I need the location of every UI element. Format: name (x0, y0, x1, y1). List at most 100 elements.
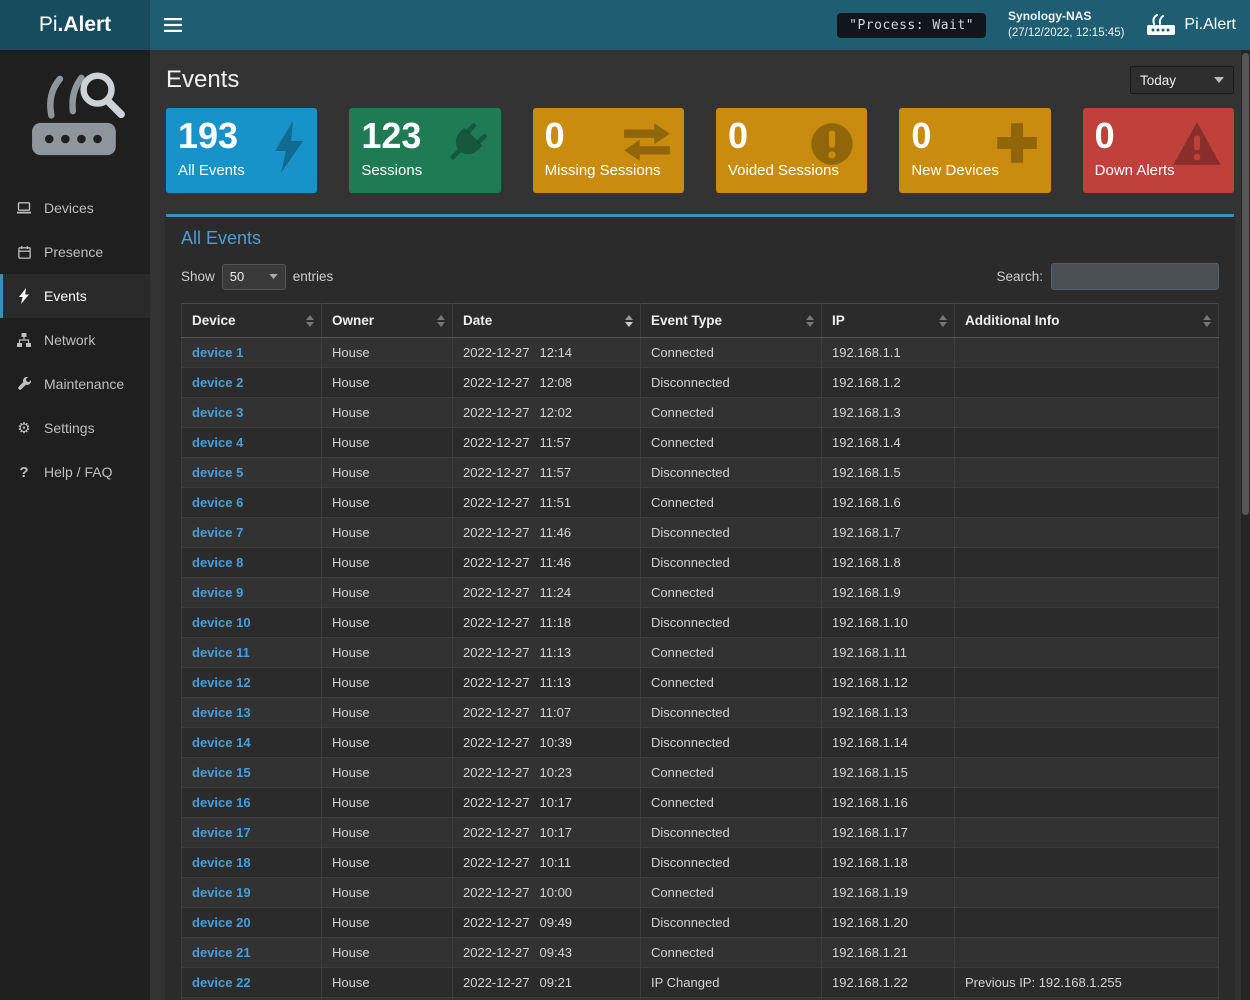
brand-logo[interactable]: Pi.Alert (0, 0, 150, 50)
owner-cell: House (322, 578, 453, 608)
device-link[interactable]: device 10 (192, 615, 251, 630)
page-length-control: Show 50 entries (181, 264, 333, 290)
device-link[interactable]: device 19 (192, 885, 251, 900)
card-all-events[interactable]: 193 All Events (166, 108, 317, 193)
ip-cell: 192.168.1.16 (822, 788, 955, 818)
calendar-icon (15, 245, 33, 260)
card-missing-sessions[interactable]: 0 Missing Sessions (533, 108, 684, 193)
additional-info-cell (955, 608, 1219, 638)
event-type-cell: Disconnected (641, 458, 822, 488)
sidebar-item-label: Help / FAQ (44, 464, 112, 480)
sidebar: Devices Presence Events Network Maintena… (0, 50, 150, 1000)
pialert-logo (0, 50, 150, 186)
device-link[interactable]: device 21 (192, 945, 251, 960)
search-input[interactable] (1051, 263, 1219, 290)
sidebar-item-maintenance[interactable]: Maintenance (0, 362, 150, 406)
scrollbar-thumb[interactable] (1242, 53, 1249, 515)
event-type-cell: Disconnected (641, 518, 822, 548)
event-type-cell: Connected (641, 758, 822, 788)
device-link[interactable]: device 17 (192, 825, 251, 840)
table-row: device 14 House 2022-12-2710:39 Disconne… (182, 728, 1219, 758)
ip-cell: 192.168.1.12 (822, 668, 955, 698)
navbar-app-brand[interactable]: Pi.Alert (1146, 14, 1236, 36)
event-type-cell: IP Changed (641, 968, 822, 998)
sort-icon (437, 315, 445, 327)
device-link[interactable]: device 18 (192, 855, 251, 870)
date-cell: 2022-12-2711:57 (453, 428, 641, 458)
column-header-date[interactable]: Date (453, 304, 641, 338)
additional-info-cell (955, 548, 1219, 578)
ip-cell: 192.168.1.3 (822, 398, 955, 428)
search-control: Search: (996, 263, 1219, 290)
column-header-ip[interactable]: IP (822, 304, 955, 338)
device-link[interactable]: device 9 (192, 585, 243, 600)
ip-cell: 192.168.1.15 (822, 758, 955, 788)
device-link[interactable]: device 15 (192, 765, 251, 780)
ip-cell: 192.168.1.2 (822, 368, 955, 398)
sidebar-item-devices[interactable]: Devices (0, 186, 150, 230)
navbar-app-name: Pi.Alert (1184, 16, 1236, 34)
date-cell: 2022-12-2711:51 (453, 488, 641, 518)
sidebar-item-settings[interactable]: ⚙ Settings (0, 406, 150, 450)
sort-icon (625, 315, 633, 327)
card-voided-sessions[interactable]: 0 Voided Sessions (716, 108, 867, 193)
device-link[interactable]: device 11 (192, 645, 250, 660)
card-new-devices[interactable]: 0 New Devices (899, 108, 1050, 193)
owner-cell: House (322, 908, 453, 938)
column-header-device[interactable]: Device (182, 304, 322, 338)
sidebar-item-label: Events (44, 288, 87, 304)
device-link[interactable]: device 16 (192, 795, 251, 810)
search-label: Search: (996, 269, 1043, 284)
card-down-alerts[interactable]: 0 Down Alerts (1083, 108, 1234, 193)
period-select[interactable]: Today (1130, 66, 1234, 94)
additional-info-cell (955, 788, 1219, 818)
device-link[interactable]: device 5 (192, 465, 243, 480)
table-row: device 2 House 2022-12-2712:08 Disconnec… (182, 368, 1219, 398)
top-navbar: Pi.Alert "Process: Wait" Synology-NAS (2… (0, 0, 1250, 50)
vertical-scrollbar[interactable] (1241, 50, 1250, 1000)
column-header-owner[interactable]: Owner (322, 304, 453, 338)
ip-cell: 192.168.1.10 (822, 608, 955, 638)
column-header-additional-info[interactable]: Additional Info (955, 304, 1219, 338)
device-link[interactable]: device 2 (192, 375, 243, 390)
event-type-cell: Disconnected (641, 728, 822, 758)
device-link[interactable]: device 13 (192, 705, 251, 720)
card-sessions[interactable]: 123 Sessions (349, 108, 500, 193)
additional-info-cell (955, 578, 1219, 608)
owner-cell: House (322, 968, 453, 998)
date-cell: 2022-12-2710:39 (453, 728, 641, 758)
device-link[interactable]: device 3 (192, 405, 243, 420)
all-events-panel: All Events Show 50 entries Search: (166, 214, 1234, 1000)
event-type-cell: Connected (641, 938, 822, 968)
exchange-arrows-icon (622, 121, 672, 163)
page-length-select[interactable]: 50 (222, 264, 286, 290)
event-type-cell: Disconnected (641, 368, 822, 398)
device-link[interactable]: device 7 (192, 525, 243, 540)
plus-icon (995, 121, 1039, 165)
table-row: device 4 House 2022-12-2711:57 Connected… (182, 428, 1219, 458)
sidebar-toggle-button[interactable] (150, 0, 196, 50)
sidebar-item-presence[interactable]: Presence (0, 230, 150, 274)
device-link[interactable]: device 1 (192, 345, 243, 360)
table-row: device 8 House 2022-12-2711:46 Disconnec… (182, 548, 1219, 578)
chevron-down-icon (1214, 77, 1224, 83)
device-link[interactable]: device 4 (192, 435, 243, 450)
device-link[interactable]: device 14 (192, 735, 251, 750)
device-link[interactable]: device 22 (192, 975, 251, 990)
brand-prefix: Pi (39, 13, 58, 37)
device-link[interactable]: device 20 (192, 915, 251, 930)
wrench-icon (15, 377, 33, 392)
date-cell: 2022-12-2709:43 (453, 938, 641, 968)
column-header-event-type[interactable]: Event Type (641, 304, 822, 338)
date-cell: 2022-12-2710:17 (453, 818, 641, 848)
device-link[interactable]: device 6 (192, 495, 243, 510)
sidebar-item-help[interactable]: ? Help / FAQ (0, 450, 150, 494)
sidebar-item-network[interactable]: Network (0, 318, 150, 362)
additional-info-cell (955, 938, 1219, 968)
device-link[interactable]: device 12 (192, 675, 251, 690)
owner-cell: House (322, 518, 453, 548)
hamburger-icon (164, 18, 182, 32)
device-link[interactable]: device 8 (192, 555, 243, 570)
sidebar-item-events[interactable]: Events (0, 274, 150, 318)
additional-info-cell: Previous IP: 192.168.1.255 (955, 968, 1219, 998)
